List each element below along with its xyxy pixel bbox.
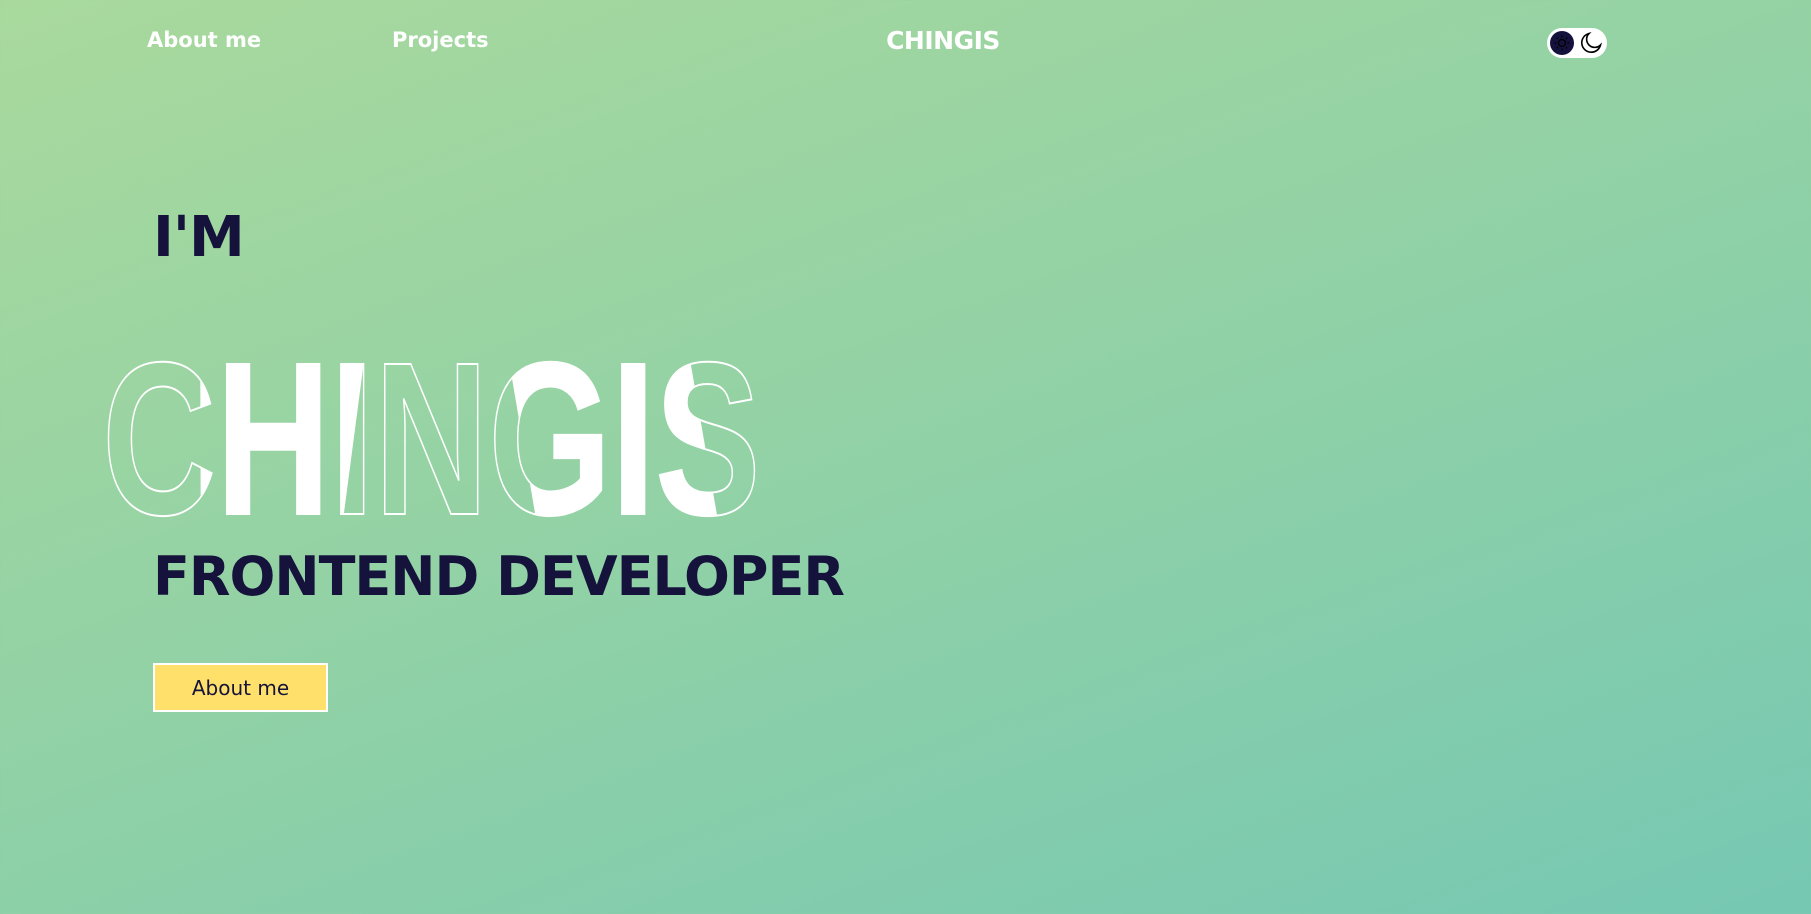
sun-icon — [1550, 31, 1574, 55]
theme-toggle[interactable] — [1547, 28, 1607, 58]
brand-logo[interactable]: CHINGIS — [0, 26, 1811, 55]
hero-name: CHINGIS CHINGIS — [101, 329, 765, 551]
about-me-button[interactable]: About me — [153, 663, 328, 712]
moon-icon — [1579, 31, 1603, 55]
hero-role: FRONTEND DEVELOPER — [153, 545, 845, 608]
hero-greeting: I'M — [153, 205, 245, 270]
